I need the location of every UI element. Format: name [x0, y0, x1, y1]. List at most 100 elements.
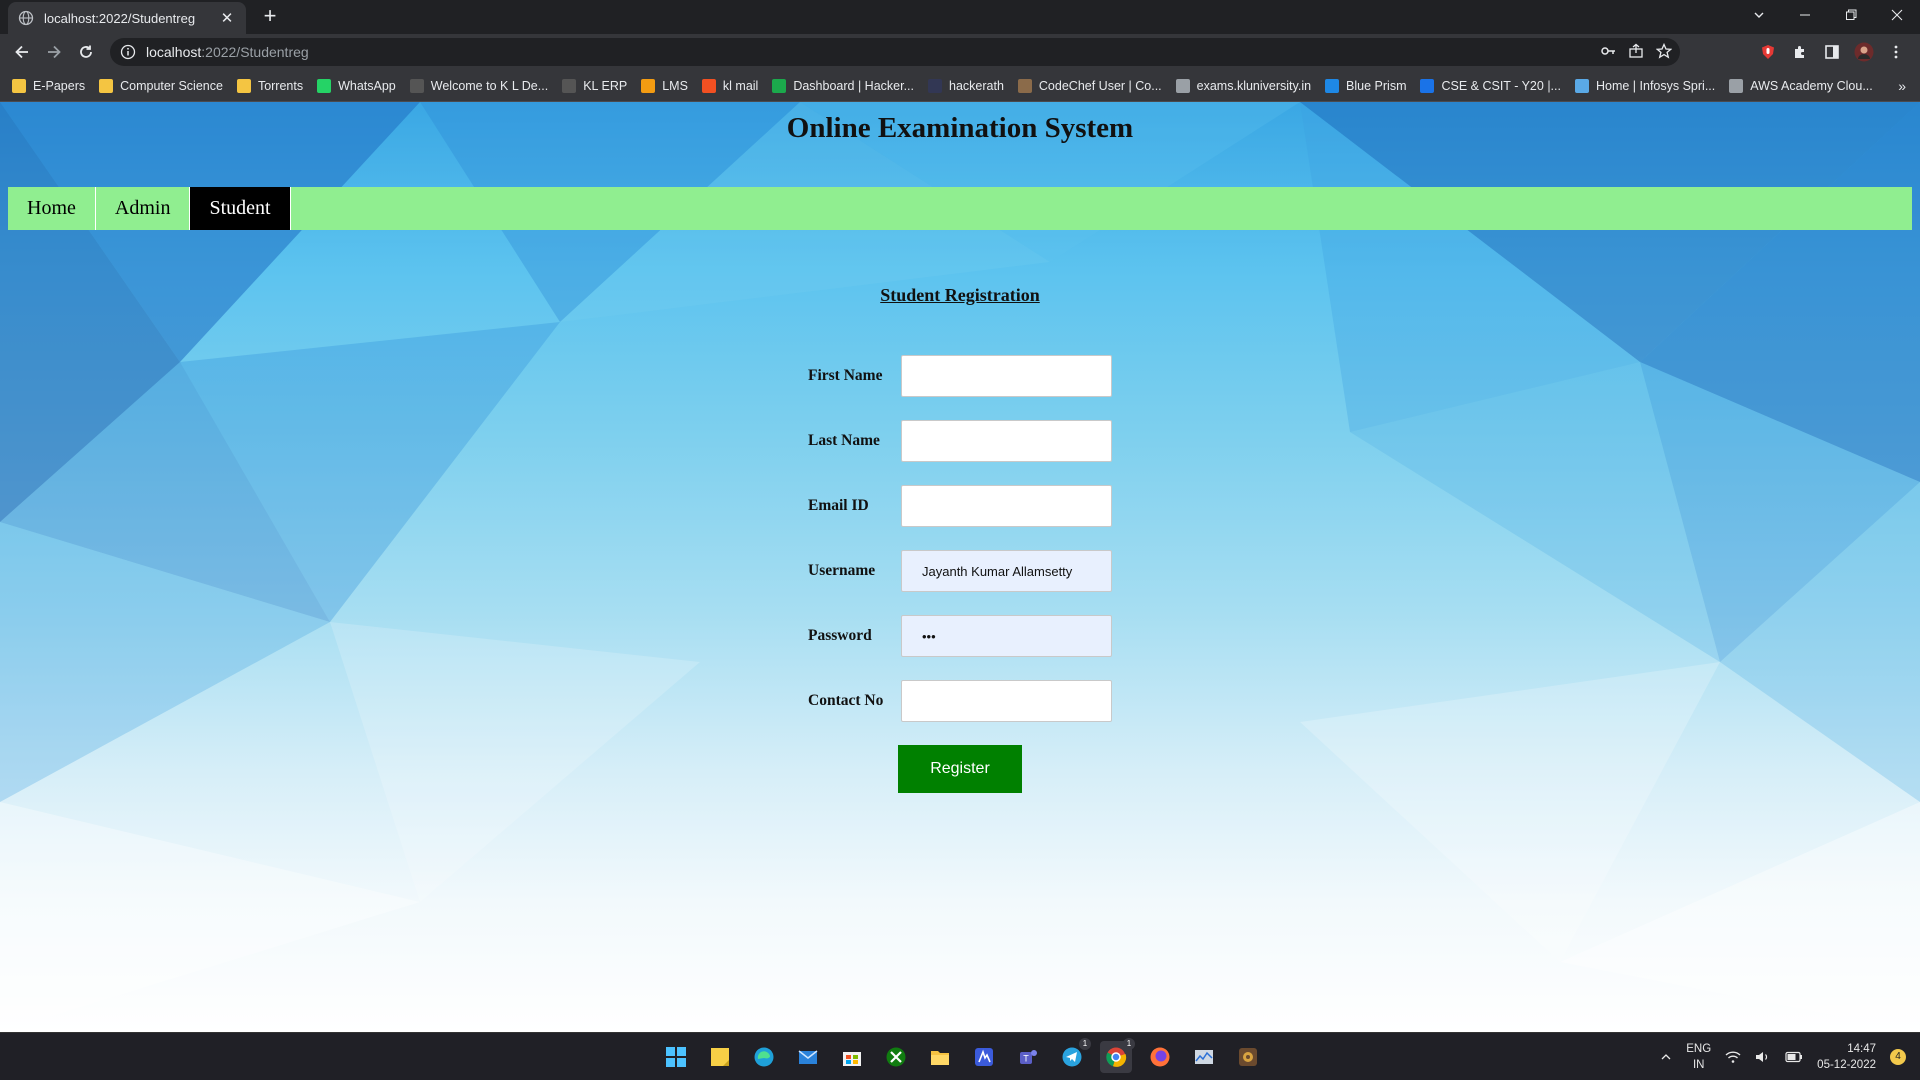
field-row-password: Password: [808, 615, 1112, 657]
edge-icon[interactable]: [748, 1041, 780, 1073]
first-name-label: First Name: [808, 367, 883, 384]
window-controls: [1736, 0, 1920, 30]
profile-avatar[interactable]: [1852, 40, 1876, 64]
file-explorer-icon[interactable]: [924, 1041, 956, 1073]
sticky-notes-icon[interactable]: [704, 1041, 736, 1073]
bookmark-item[interactable]: Dashboard | Hacker...: [772, 78, 914, 93]
share-icon[interactable]: [1628, 43, 1644, 59]
battery-icon[interactable]: [1785, 1051, 1803, 1063]
page-viewport: Online Examination System Home Admin Stu…: [0, 102, 1920, 1032]
telegram-icon[interactable]: 1: [1056, 1038, 1091, 1073]
bookmark-label: Computer Science: [120, 78, 223, 93]
xbox-icon[interactable]: [880, 1041, 912, 1073]
infosys-icon: [1574, 78, 1589, 93]
kl-icon: [409, 78, 424, 93]
windows-start-icon[interactable]: [660, 1041, 692, 1073]
teams-icon[interactable]: T: [1012, 1041, 1044, 1073]
bookmark-item[interactable]: KL ERP: [562, 78, 628, 93]
side-panel-icon[interactable]: [1820, 40, 1844, 64]
bookmark-item[interactable]: E-Papers: [12, 78, 85, 93]
blueprism-icon: [1325, 78, 1340, 93]
svg-text:T: T: [1023, 1054, 1029, 1064]
address-bar[interactable]: localhost:2022/Studentreg: [110, 38, 1680, 66]
bookmark-item[interactable]: Torrents: [236, 78, 304, 93]
region-code: IN: [1692, 1059, 1705, 1071]
clock[interactable]: 14:47 05-12-2022: [1817, 1041, 1876, 1073]
bookmark-item[interactable]: exams.kluniversity.in: [1175, 78, 1311, 93]
bookmark-label: Torrents: [257, 78, 304, 93]
extensions-puzzle-icon[interactable]: [1788, 40, 1812, 64]
contact-no-input[interactable]: [901, 680, 1112, 722]
password-label: Password: [808, 627, 872, 644]
bookmark-label: Home | Infosys Spri...: [1595, 78, 1716, 93]
bookmark-item[interactable]: Computer Science: [99, 78, 223, 93]
bookmark-item[interactable]: Home | Infosys Spri...: [1574, 78, 1716, 93]
bookmark-label: Welcome to K L De...: [430, 78, 549, 93]
forward-arrow-icon[interactable]: [42, 40, 66, 64]
game-app-icon[interactable]: [1232, 1041, 1264, 1073]
bookmarks-overflow-icon[interactable]: »: [1898, 78, 1906, 94]
clock-time: 14:47: [1847, 1043, 1876, 1055]
bookmark-label: CodeChef User | Co...: [1038, 78, 1162, 93]
field-row-contact: Contact No: [808, 680, 1112, 722]
telegram-badge: 1: [1079, 1038, 1091, 1050]
url-host: localhost: [146, 44, 202, 60]
bookmark-item[interactable]: CSE & CSIT - Y20 |...: [1420, 78, 1561, 93]
tab-search-icon[interactable]: [1736, 0, 1782, 30]
last-name-input[interactable]: [901, 420, 1112, 462]
volume-icon[interactable]: [1755, 1050, 1771, 1064]
chevron-up-icon[interactable]: [1660, 1051, 1672, 1063]
bookmark-item[interactable]: LMS: [641, 78, 688, 93]
bookmark-item[interactable]: WhatsApp: [317, 78, 396, 93]
url-path: :2022/Studentreg: [201, 44, 309, 60]
bookmark-item[interactable]: Welcome to K L De...: [409, 78, 549, 93]
bookmark-label: WhatsApp: [338, 78, 396, 93]
extension-shield-icon[interactable]: [1756, 40, 1780, 64]
taskbar: T 1 1 ENG IN 14:47 05-12-2022 4: [0, 1032, 1920, 1080]
mail-icon[interactable]: [792, 1041, 824, 1073]
browser-tab[interactable]: localhost:2022/Studentreg ✕: [8, 2, 246, 34]
key-icon[interactable]: [1600, 43, 1616, 59]
close-window-icon[interactable]: [1874, 0, 1920, 30]
bookmark-item[interactable]: hackerath: [928, 78, 1004, 93]
password-input[interactable]: [901, 615, 1112, 657]
bookmark-label: KL ERP: [583, 78, 628, 93]
language-code: ENG: [1686, 1043, 1712, 1055]
minimize-icon[interactable]: [1782, 0, 1828, 30]
menu-kebab-icon[interactable]: [1884, 40, 1908, 64]
task-manager-icon[interactable]: [1188, 1041, 1220, 1073]
tab-close-icon[interactable]: ✕: [218, 9, 236, 27]
username-input[interactable]: [901, 550, 1112, 592]
whatsapp-icon: [317, 78, 332, 93]
info-icon[interactable]: [120, 44, 136, 60]
new-tab-button[interactable]: +: [258, 5, 282, 29]
powerautomate-icon[interactable]: [968, 1041, 1000, 1073]
restore-icon[interactable]: [1828, 0, 1874, 30]
microsoft-icon: [701, 78, 716, 93]
bookmark-label: AWS Academy Clou...: [1750, 78, 1873, 93]
bookmark-item[interactable]: AWS Academy Clou...: [1729, 78, 1873, 93]
hackerrank-icon: [772, 78, 787, 93]
bookmark-star-icon[interactable]: [1656, 43, 1672, 59]
firefox-icon[interactable]: [1144, 1041, 1176, 1073]
store-icon[interactable]: [836, 1041, 868, 1073]
register-button[interactable]: Register: [898, 745, 1022, 793]
last-name-label: Last Name: [808, 432, 880, 449]
chrome-icon[interactable]: 1: [1100, 1038, 1135, 1073]
bookmark-item[interactable]: Blue Prism: [1325, 78, 1406, 93]
menu-item-admin[interactable]: Admin: [96, 187, 191, 230]
bookmark-item[interactable]: CodeChef User | Co...: [1017, 78, 1162, 93]
first-name-input[interactable]: [901, 355, 1112, 397]
notification-badge[interactable]: 4: [1890, 1049, 1906, 1065]
wifi-icon[interactable]: [1725, 1050, 1741, 1064]
menu-item-student[interactable]: Student: [190, 187, 291, 230]
menu-item-home[interactable]: Home: [8, 187, 96, 230]
field-row-email: Email ID: [808, 485, 1112, 527]
email-id-input[interactable]: [901, 485, 1112, 527]
reload-icon[interactable]: [74, 40, 98, 64]
lms-icon: [641, 78, 656, 93]
back-arrow-icon[interactable]: [10, 40, 34, 64]
bookmark-item[interactable]: kl mail: [701, 78, 758, 93]
language-indicator[interactable]: ENG IN: [1686, 1041, 1711, 1073]
hackerearth-icon: [928, 78, 942, 93]
